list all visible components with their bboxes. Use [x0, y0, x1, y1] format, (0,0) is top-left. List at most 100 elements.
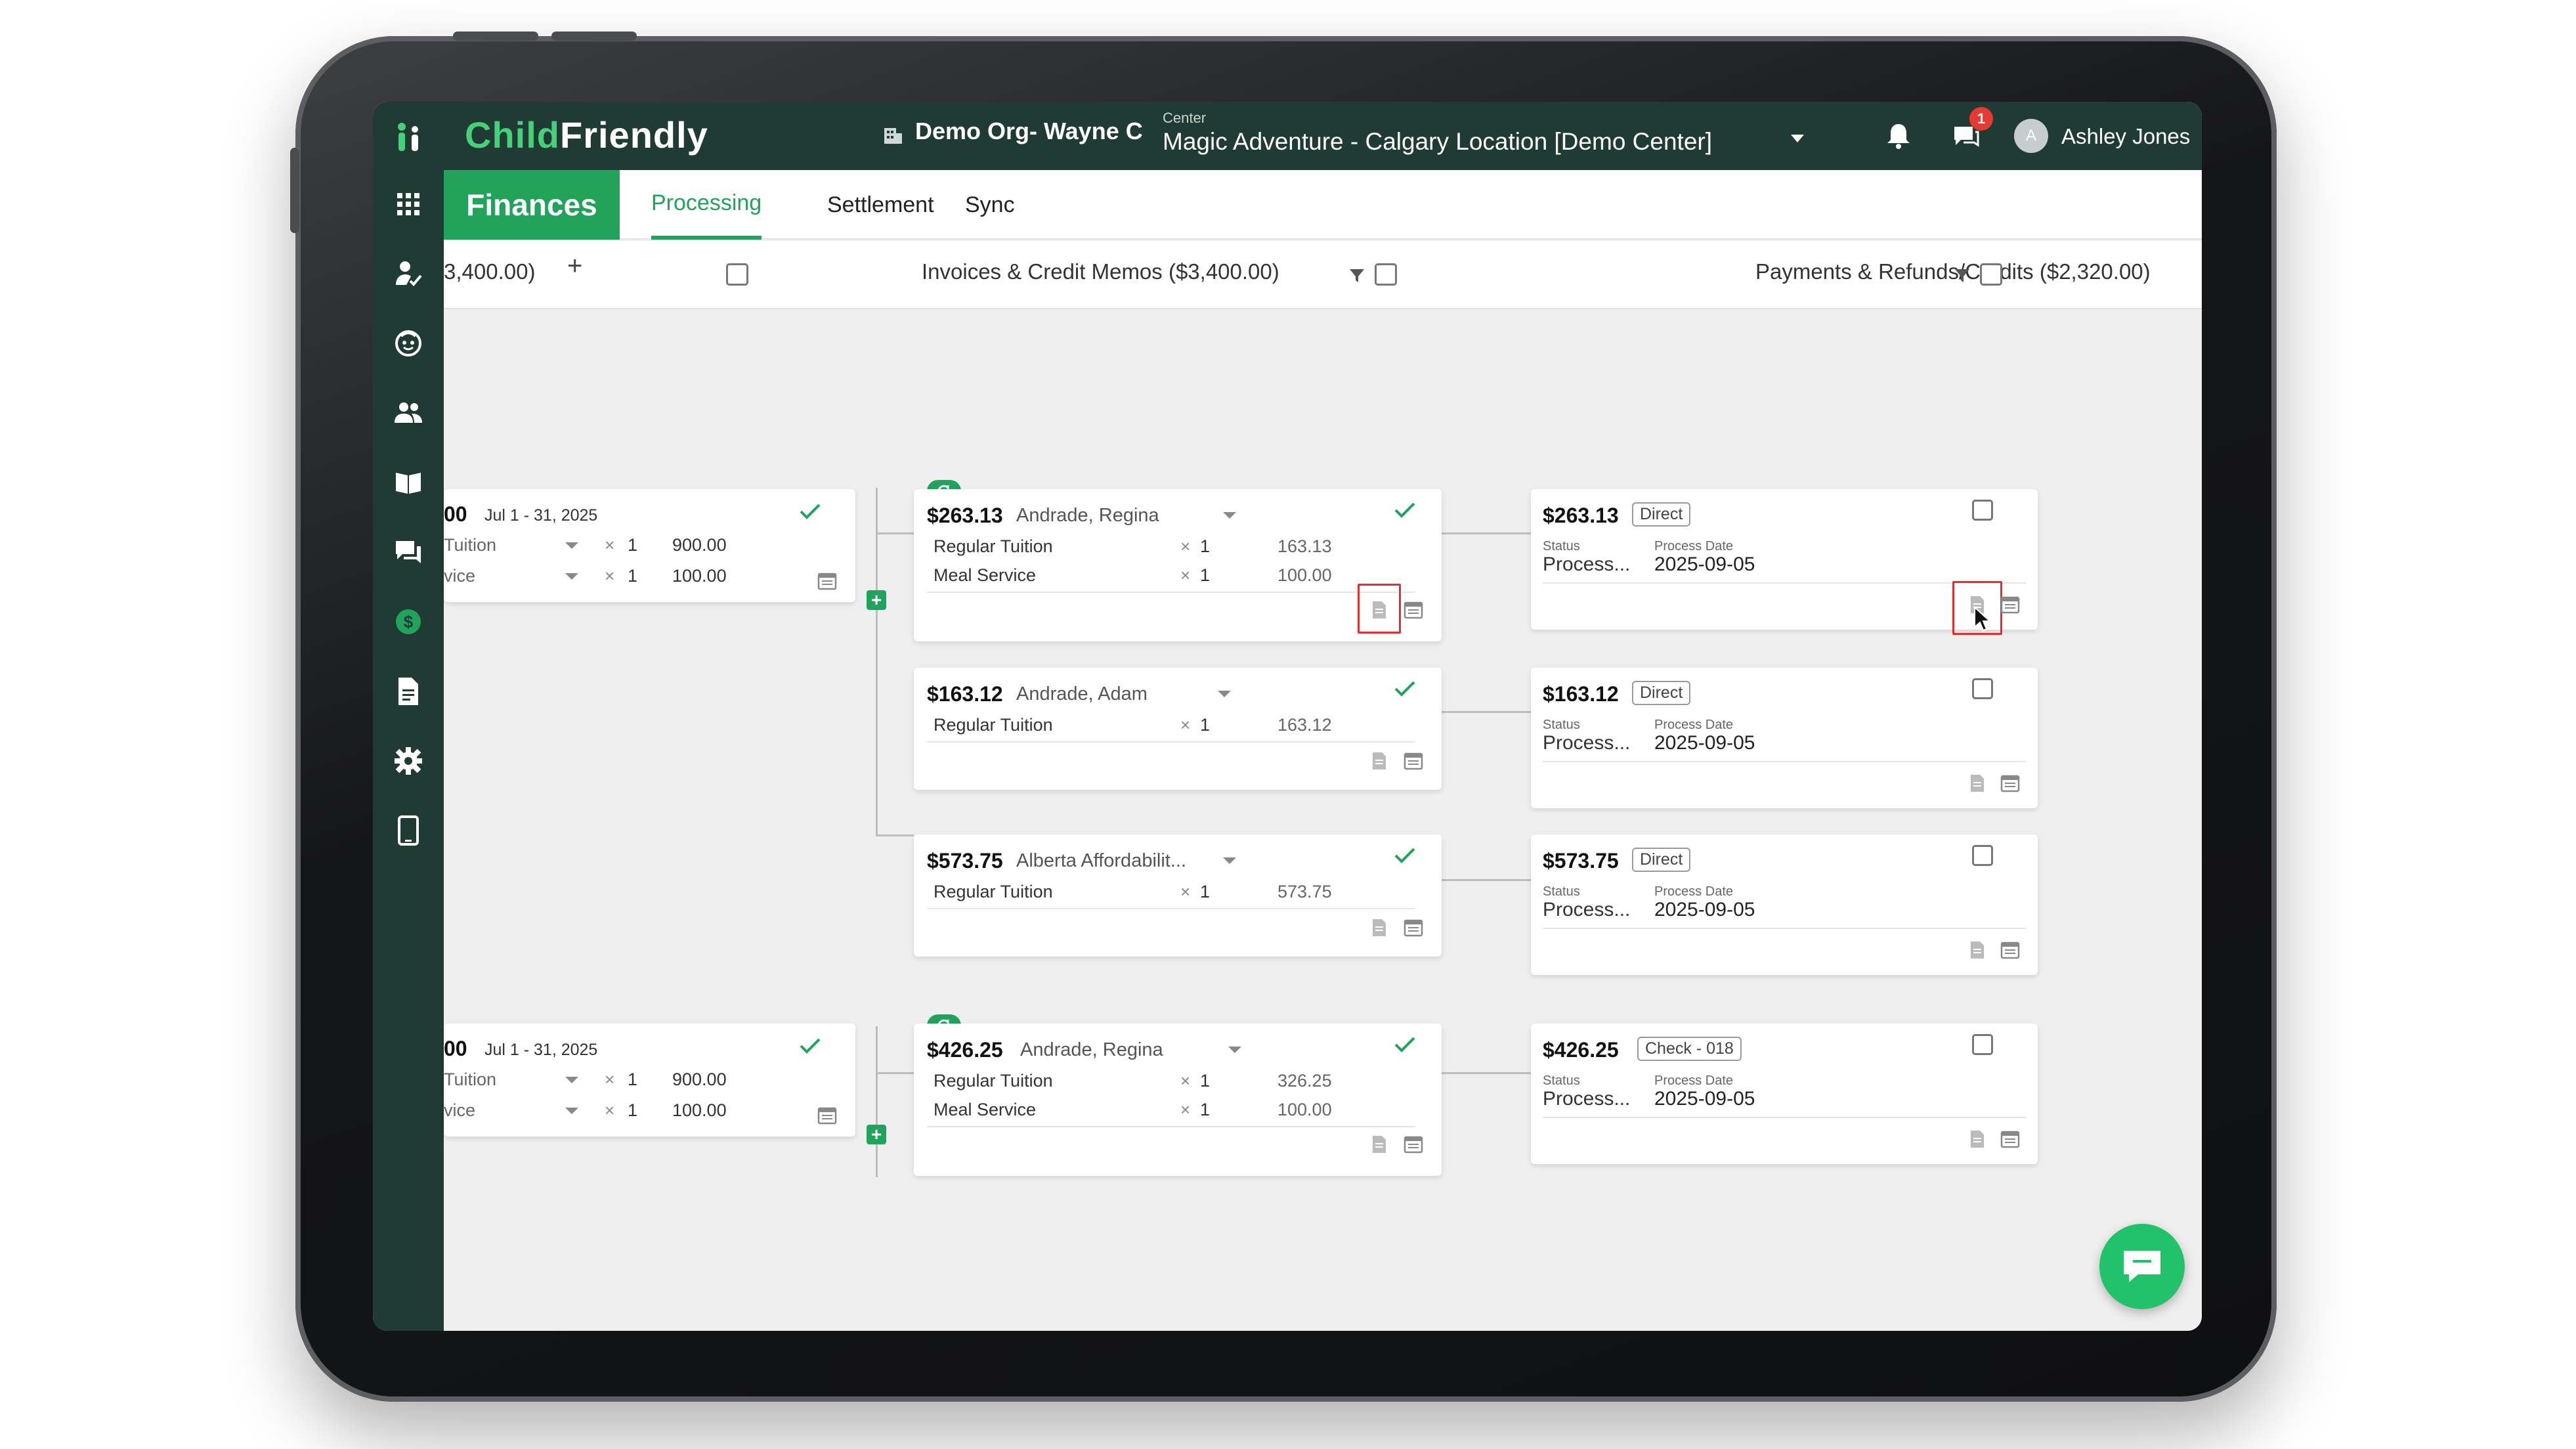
calendar-icon[interactable]	[1403, 917, 1424, 938]
calendar-icon[interactable]	[2000, 1129, 2021, 1150]
process-date-value: 2025-09-05	[1654, 899, 1755, 920]
center-selector[interactable]: Magic Adventure - Calgary Location [Demo…	[1163, 128, 1712, 156]
tablet-button	[453, 32, 538, 41]
status-value: Process...	[1543, 1088, 1631, 1110]
payment-method-tag: Check - 018	[1637, 1037, 1742, 1061]
document-icon[interactable]	[1967, 940, 1988, 961]
select-all-checkbox-left[interactable]	[726, 263, 748, 286]
line-value: 326.25	[1277, 1071, 1332, 1091]
check-icon	[1394, 848, 1415, 863]
document-icon[interactable]	[1369, 599, 1390, 620]
sidebar-item-apps[interactable]	[373, 170, 444, 238]
calendar-icon[interactable]	[1403, 1134, 1424, 1155]
chevron-down-icon[interactable]	[1226, 1045, 1243, 1055]
payment-method-tag: Direct	[1632, 502, 1691, 527]
times-symbol: ×	[1180, 536, 1191, 556]
document-icon[interactable]	[1369, 917, 1390, 938]
tab-settlement[interactable]: Settlement	[827, 170, 934, 240]
support-chat-button[interactable]	[2099, 1224, 2185, 1309]
payment-checkbox[interactable]	[1972, 500, 1993, 521]
select-all-checkbox-payments[interactable]	[1980, 263, 2002, 286]
calendar-icon[interactable]	[817, 571, 838, 592]
sidebar-item-messages[interactable]	[373, 518, 444, 586]
chevron-down-icon[interactable]	[1221, 510, 1238, 521]
add-invoice-button[interactable]: +	[867, 1124, 886, 1144]
billing-amount: 00	[444, 1037, 467, 1060]
sidebar-item-settings[interactable]	[373, 727, 444, 795]
calendar-icon[interactable]	[2000, 940, 2021, 961]
sidebar-item-finances[interactable]: $	[373, 588, 444, 656]
payment-checkbox[interactable]	[1972, 845, 1993, 866]
sidebar-item-curriculum[interactable]	[373, 448, 444, 517]
calendar-icon[interactable]	[2000, 773, 2021, 794]
sidebar-item-documents[interactable]	[373, 657, 444, 725]
payment-checkbox[interactable]	[1972, 1034, 1993, 1055]
payment-card[interactable]: $426.25 Check - 018 Status Process... Pr…	[1531, 1024, 2038, 1164]
billing-card[interactable]: 00 Jul 1 - 31, 2025 Tuition × 1 900.00 v…	[444, 1024, 855, 1136]
invoice-amount: $163.12	[927, 682, 1003, 706]
bell-icon[interactable]	[1884, 121, 1913, 150]
status-label: Status	[1543, 539, 1580, 553]
document-icon[interactable]	[1967, 773, 1988, 794]
tab-processing[interactable]: Processing	[651, 170, 762, 240]
add-invoice-button[interactable]: +	[867, 590, 886, 610]
invoice-card[interactable]: $573.75 Alberta Affordabilit... Regular …	[914, 834, 1442, 957]
chevron-down-icon[interactable]	[1221, 855, 1238, 866]
process-date-label: Process Date	[1654, 884, 1734, 899]
chevron-down-icon[interactable]	[563, 1075, 580, 1085]
chevron-down-icon[interactable]	[1216, 689, 1233, 699]
payment-card[interactable]: $263.13 Direct Status Process... Process…	[1531, 489, 2038, 635]
chevron-down-icon[interactable]	[563, 571, 580, 582]
payment-card[interactable]: $163.12 Direct Status Process... Process…	[1531, 668, 2038, 808]
connector-line	[1442, 711, 1531, 713]
building-icon	[884, 128, 902, 144]
calendar-icon[interactable]	[1403, 750, 1424, 771]
calendar-icon[interactable]	[817, 1105, 838, 1126]
line-qty: 1	[1200, 882, 1211, 901]
filter-icon[interactable]	[1954, 267, 1971, 284]
payment-checkbox[interactable]	[1972, 678, 1993, 699]
sidebar-item-check-in[interactable]	[373, 240, 444, 308]
line-label: vice	[444, 1100, 476, 1120]
process-date-value: 2025-09-05	[1654, 732, 1755, 754]
document-icon[interactable]	[1967, 1129, 1988, 1150]
connector-line	[876, 488, 878, 836]
invoice-card[interactable]: $263.13 Andrade, Regina Regular Tuition …	[914, 489, 1442, 641]
line-qty: 1	[628, 1070, 638, 1089]
calendar-icon[interactable]	[1403, 599, 1424, 620]
chevron-down-icon[interactable]	[563, 540, 580, 551]
payment-card[interactable]: $573.75 Direct Status Process... Process…	[1531, 834, 2038, 975]
filter-icon[interactable]	[1348, 267, 1365, 284]
tab-sync[interactable]: Sync	[965, 170, 1015, 240]
line-label: Regular Tuition	[934, 715, 1053, 735]
chevron-down-icon[interactable]	[563, 1106, 580, 1116]
payment-method-tag: Direct	[1632, 681, 1691, 705]
tablet-button	[551, 32, 637, 41]
add-button[interactable]: +	[567, 251, 582, 281]
organization-name[interactable]: Demo Org- Wayne C	[915, 118, 1143, 145]
document-icon[interactable]	[1369, 750, 1390, 771]
brand-name: ChildFriendly	[465, 114, 708, 156]
line-label: Tuition	[444, 535, 497, 555]
chat-bubble-icon	[2124, 1251, 2160, 1282]
chevron-down-icon[interactable]	[1784, 128, 1811, 148]
document-icon[interactable]	[1369, 1134, 1390, 1155]
invoice-card[interactable]: $163.12 Andrade, Adam Regular Tuition × …	[914, 668, 1442, 790]
invoice-card[interactable]: $426.25 Andrade, Regina Regular Tuition …	[914, 1024, 1442, 1176]
sidebar-item-tablet[interactable]	[373, 796, 444, 865]
line-label: Regular Tuition	[934, 1071, 1053, 1091]
avatar[interactable]: A	[2014, 119, 2048, 153]
status-label: Status	[1543, 1073, 1580, 1088]
times-symbol: ×	[1180, 1100, 1191, 1119]
sidebar-item-families[interactable]	[373, 379, 444, 447]
billing-period: Jul 1 - 31, 2025	[484, 506, 598, 525]
select-all-checkbox-invoices[interactable]	[1375, 263, 1397, 286]
connector-line	[876, 834, 914, 836]
connector-line	[1442, 879, 1531, 881]
times-symbol: ×	[605, 566, 615, 586]
line-qty: 1	[1200, 715, 1211, 735]
calendar-icon[interactable]	[2000, 594, 2021, 615]
user-name[interactable]: Ashley Jones	[2061, 124, 2190, 149]
sidebar-item-children[interactable]	[373, 309, 444, 378]
billing-card[interactable]: 00 Jul 1 - 31, 2025 Tuition × 1 900.00 v…	[444, 489, 855, 602]
